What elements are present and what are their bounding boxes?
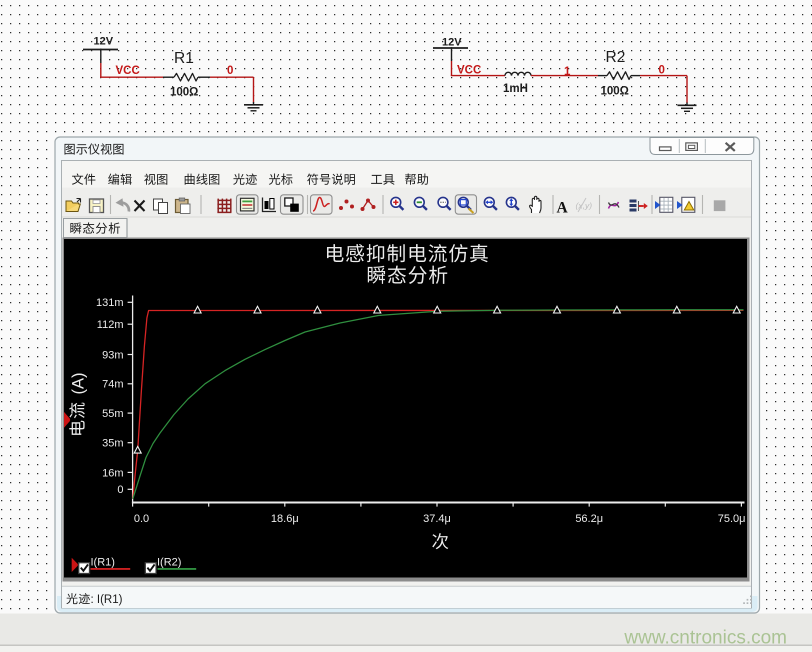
svg-text:A: A [557,200,569,217]
svg-text:93m: 93m [102,349,123,361]
svg-text:131m: 131m [96,297,124,309]
svg-text:0: 0 [227,65,233,77]
svg-text:I(R2): I(R2) [157,557,181,569]
svg-text:R2: R2 [606,49,626,66]
svg-text:37.4μ: 37.4μ [423,513,451,525]
svg-text:VCC: VCC [457,65,481,77]
svg-text:112m: 112m [97,319,124,331]
svg-text:55m: 55m [102,408,123,420]
svg-text:100Ω: 100Ω [601,86,629,98]
svg-text:75.0μ: 75.0μ [718,513,746,525]
svg-text:74m: 74m [102,379,123,391]
svg-text:I(R1): I(R1) [91,557,115,569]
svg-text:: I(R1): : I(R1) [91,594,123,606]
svg-text:0: 0 [659,65,665,77]
svg-text:VCC: VCC [116,65,140,77]
svg-text:1mH: 1mH [503,83,528,95]
svg-text:35m: 35m [102,438,123,450]
svg-text:18.6μ: 18.6μ [271,513,299,525]
svg-text:100Ω: 100Ω [170,87,198,99]
svg-text:12V: 12V [94,36,114,48]
svg-text:(A): (A) [70,373,88,395]
svg-text:12V: 12V [442,37,462,49]
svg-text:1: 1 [564,66,571,78]
svg-text:16m: 16m [102,467,123,479]
svg-text:0.0: 0.0 [134,513,149,525]
svg-text:0: 0 [117,484,123,496]
svg-text:R1: R1 [174,50,194,67]
svg-text:56.2μ: 56.2μ [575,513,603,525]
svg-text:www.cntronics.com: www.cntronics.com [623,628,787,649]
